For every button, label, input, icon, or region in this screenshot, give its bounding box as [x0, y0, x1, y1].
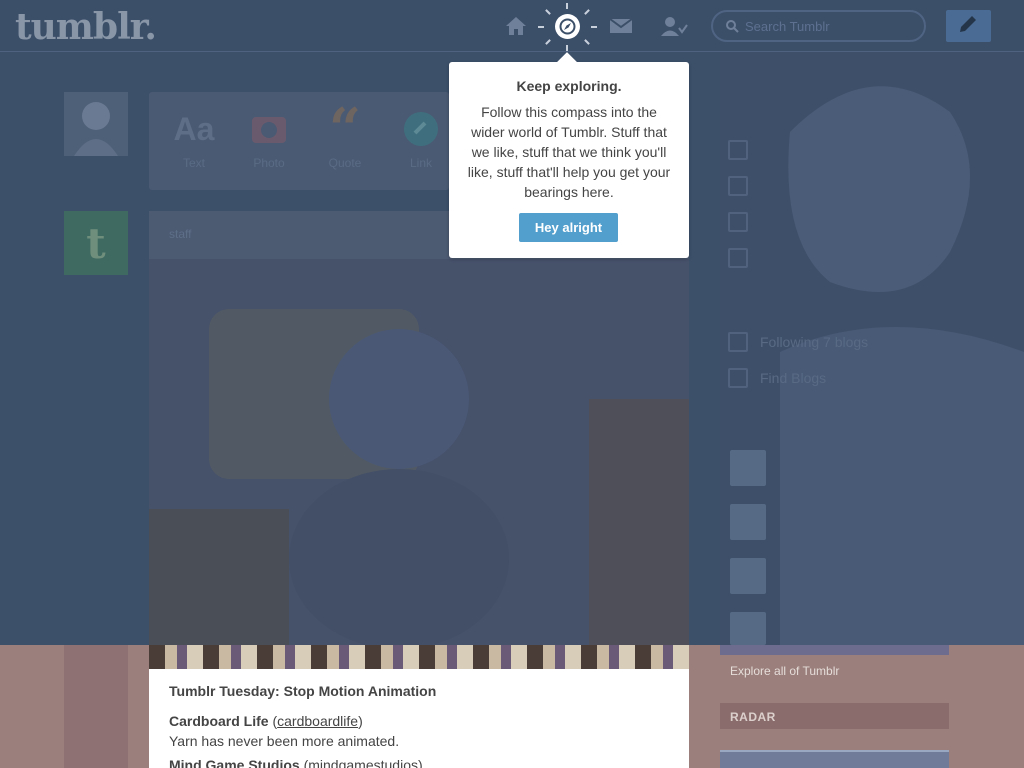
- entry-description: Yarn has never been more animated.: [169, 733, 400, 749]
- post-card: staff: [149, 211, 689, 645]
- sidebar: Following 7 blogs Find Blogs: [720, 52, 1024, 645]
- post-type-bar: Aa Text Photo “ Quote Link: [149, 92, 449, 190]
- quote-icon: “: [328, 96, 362, 162]
- sidebar-find-blogs[interactable]: Find Blogs: [760, 370, 826, 386]
- sidebar-icon[interactable]: [728, 248, 748, 268]
- sidebar-icon[interactable]: [728, 140, 748, 160]
- entry-line: Mind Game Studios (mindgamestudios): [169, 757, 423, 768]
- search-box[interactable]: [711, 10, 926, 42]
- radar-image[interactable]: [720, 750, 949, 768]
- left-avatar-strip: [64, 645, 128, 768]
- explore-popover: Keep exploring. Follow this compass into…: [449, 52, 689, 258]
- sidebar-icon[interactable]: [728, 176, 748, 196]
- top-header: tumblr.: [0, 0, 1024, 52]
- radar-label: RADAR: [730, 710, 776, 724]
- post-photo-button[interactable]: Photo: [239, 110, 299, 170]
- post-photo-bottom: [149, 645, 689, 669]
- recommended-blog-avatar[interactable]: [730, 612, 766, 645]
- recommended-blog-avatar[interactable]: [730, 450, 766, 486]
- post-text-button[interactable]: Aa Text: [164, 110, 224, 171]
- text-icon: Aa: [173, 110, 215, 147]
- entry-line: Cardboard Life (cardboardlife): [169, 713, 363, 729]
- explore-all-link[interactable]: Explore all of Tumblr: [730, 664, 839, 678]
- sidebar-following[interactable]: Following 7 blogs: [760, 334, 868, 350]
- entry-name: Mind Game Studios: [169, 757, 300, 768]
- account-icon[interactable]: [660, 14, 688, 38]
- compass-icon[interactable]: [555, 14, 580, 39]
- hey-alright-button[interactable]: Hey alright: [519, 213, 618, 242]
- staff-avatar[interactable]: t: [64, 211, 128, 275]
- post-quote-button[interactable]: “ Quote: [315, 96, 375, 170]
- entry-link[interactable]: mindgamestudios: [308, 757, 418, 768]
- post-photo: [149, 259, 689, 645]
- post-link-button[interactable]: Link: [391, 110, 451, 170]
- recommended-blog-avatar[interactable]: [730, 558, 766, 594]
- recommended-blog-avatar[interactable]: [730, 504, 766, 540]
- link-icon: [391, 110, 451, 148]
- entry-link[interactable]: cardboardlife: [277, 713, 358, 729]
- pencil-icon: [960, 16, 976, 32]
- sidebar-icon[interactable]: [728, 212, 748, 232]
- post-title: Tumblr Tuesday: Stop Motion Animation: [169, 683, 437, 699]
- post-username[interactable]: staff: [169, 227, 191, 241]
- search-input[interactable]: [745, 17, 915, 35]
- following-icon[interactable]: [728, 332, 748, 352]
- home-icon[interactable]: [504, 14, 528, 38]
- popover-title: Keep exploring.: [516, 78, 622, 94]
- tumblr-logo[interactable]: tumblr.: [15, 6, 157, 48]
- popover-arrow: [557, 52, 577, 72]
- entry-name: Cardboard Life: [169, 713, 269, 729]
- post-content: Tumblr Tuesday: Stop Motion Animation Ca…: [149, 645, 689, 768]
- radar-header: RADAR: [720, 703, 949, 729]
- find-blogs-icon[interactable]: [728, 368, 748, 388]
- sidebar-photo-bottom: [720, 645, 949, 655]
- search-icon: [726, 20, 739, 33]
- popover-body: Follow this compass into the wider world…: [467, 104, 671, 200]
- photo-icon: [239, 110, 299, 148]
- mail-icon[interactable]: [609, 14, 633, 38]
- compose-button[interactable]: [946, 10, 991, 42]
- user-avatar[interactable]: [64, 92, 128, 156]
